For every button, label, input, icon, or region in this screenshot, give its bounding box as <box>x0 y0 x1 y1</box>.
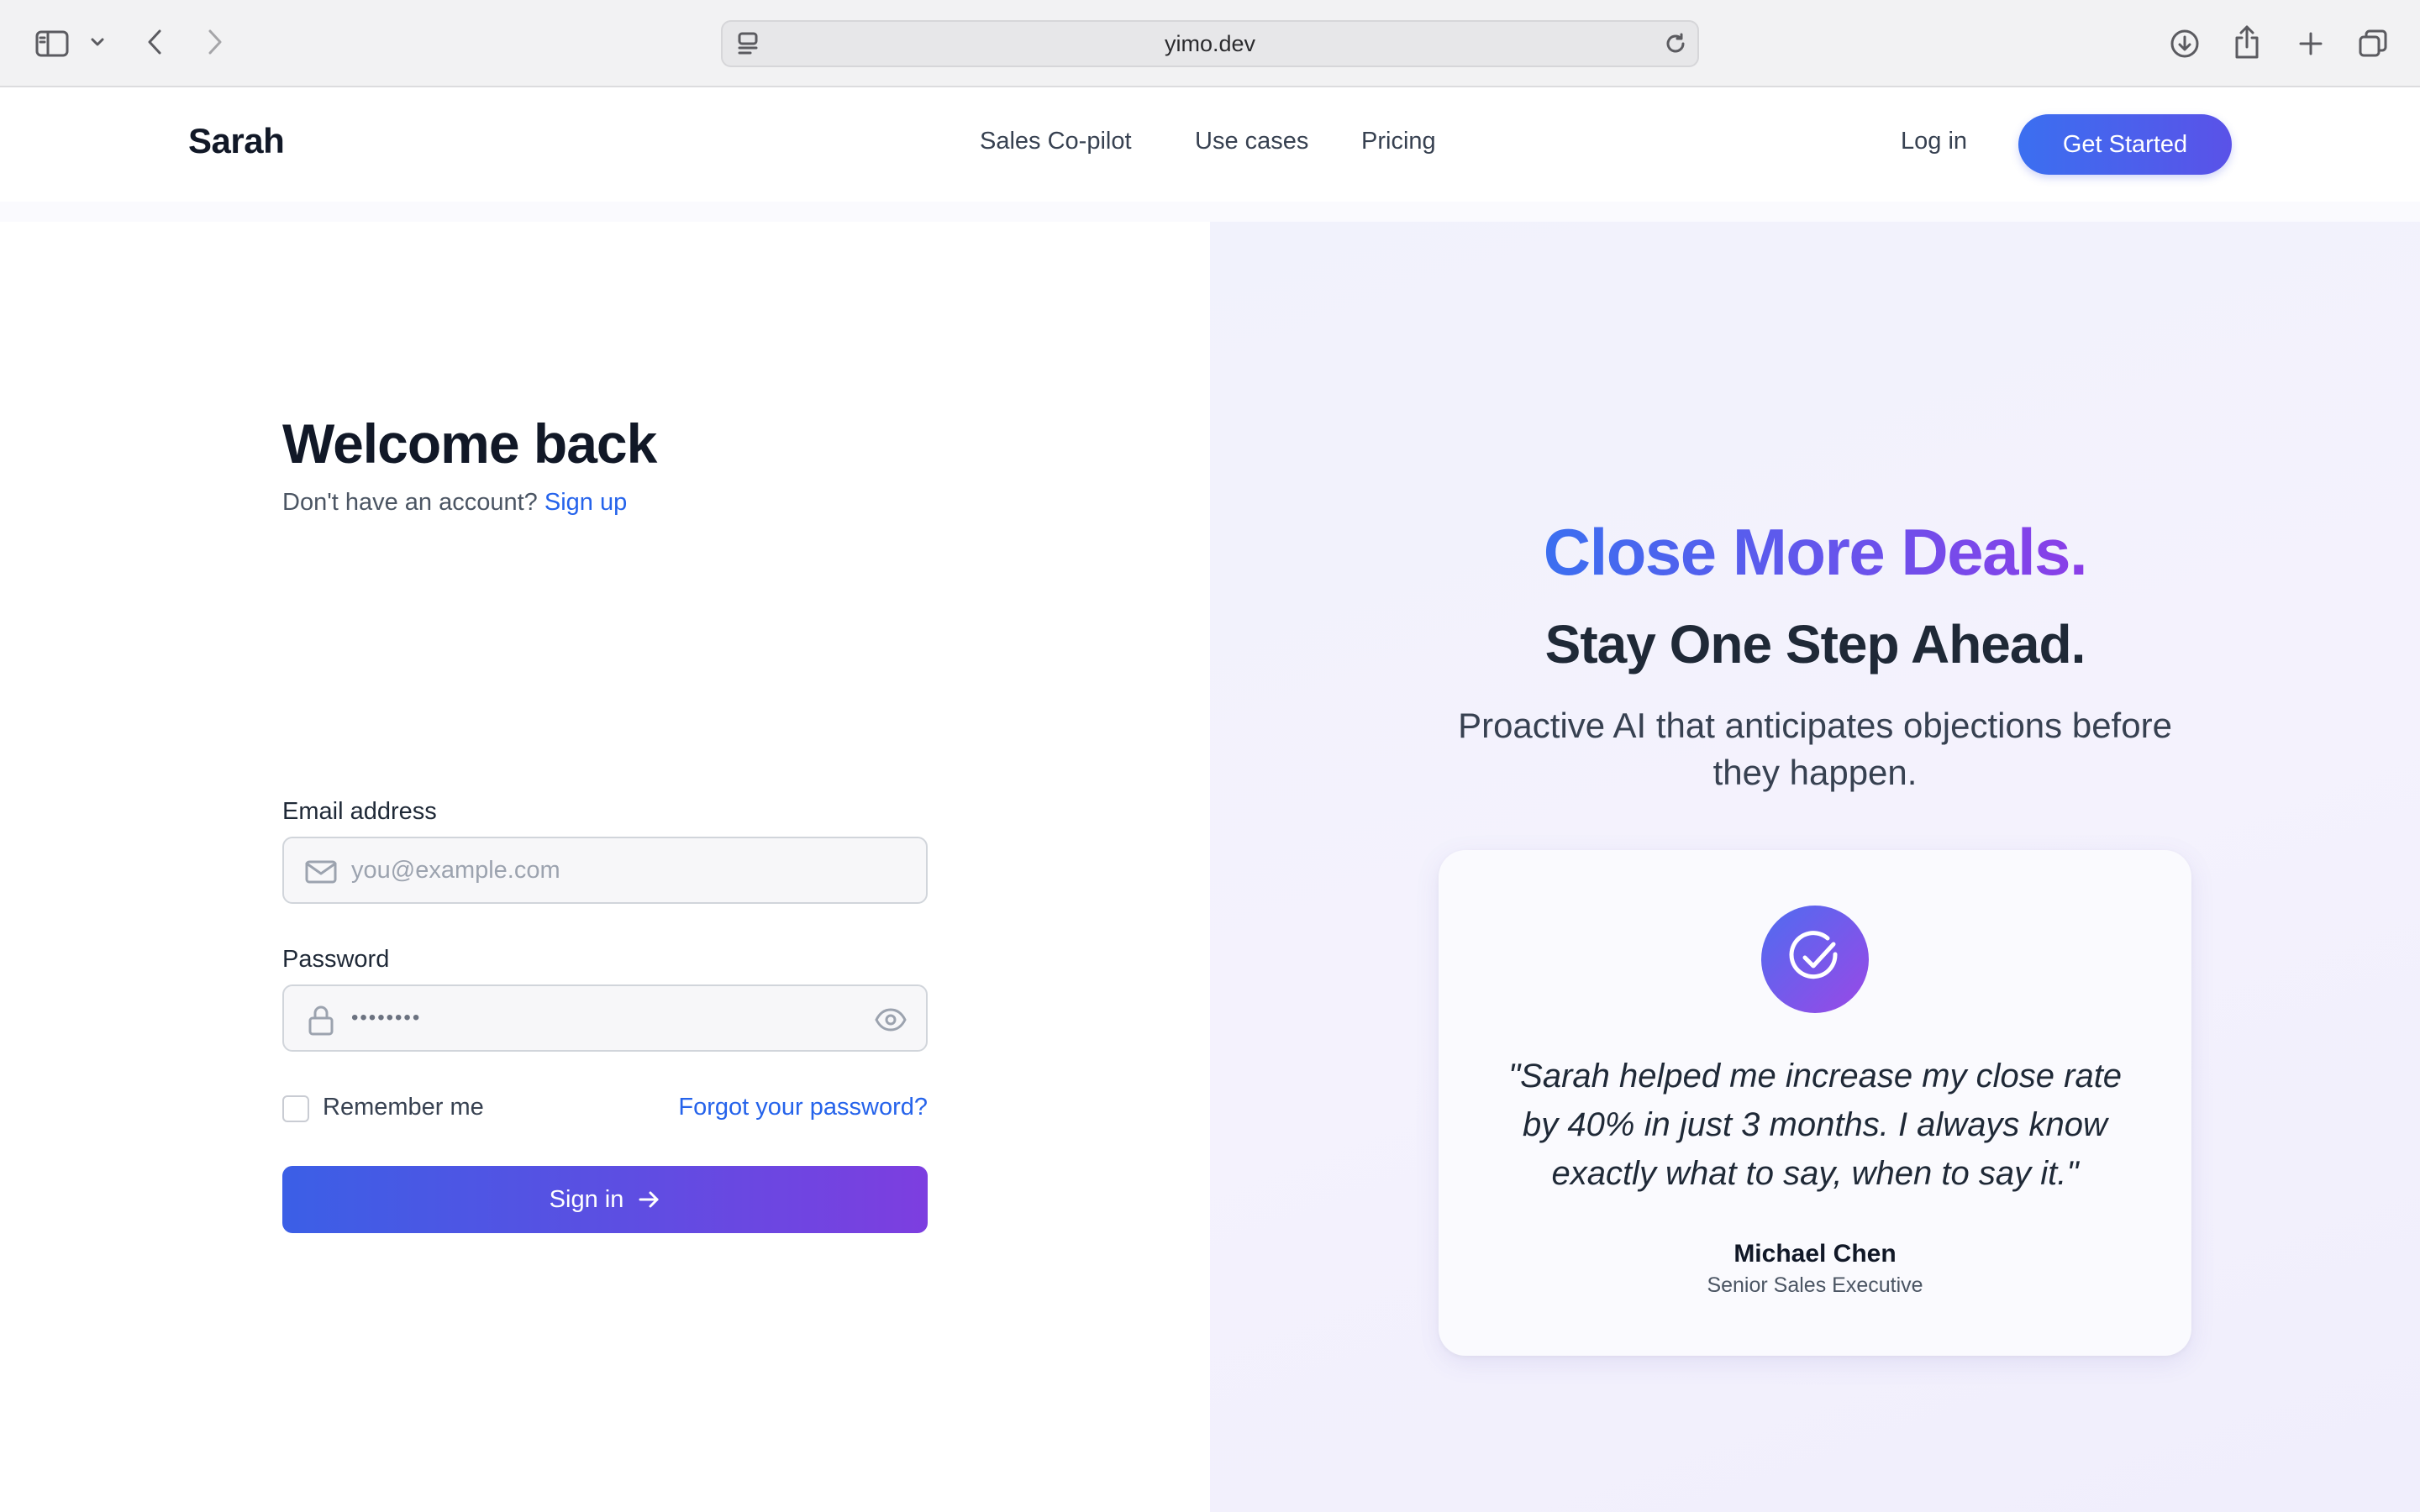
password-field[interactable]: •••••••• <box>282 984 928 1052</box>
login-title: Welcome back <box>282 412 657 475</box>
testimonial-role: Senior Sales Executive <box>1707 1273 1923 1297</box>
testimonial-author: Michael Chen <box>1733 1240 1897 1268</box>
nav-sales-copilot[interactable]: Sales Co-pilot <box>980 128 1132 155</box>
back-icon[interactable] <box>139 25 170 59</box>
browser-toolbar: yimo.dev <box>0 0 2420 87</box>
testimonial-card: "Sarah helped me increase my close rate … <box>1439 850 2191 1356</box>
email-placeholder: you@example.com <box>351 857 560 884</box>
check-circle-icon <box>1761 906 1869 1013</box>
lock-icon <box>304 1003 338 1037</box>
sidebar-icon[interactable] <box>34 25 71 62</box>
reload-icon[interactable] <box>1662 30 1689 57</box>
sign-in-label: Sign in <box>549 1185 624 1213</box>
brand-logo[interactable]: Sarah <box>188 121 285 161</box>
share-icon[interactable] <box>2228 22 2265 62</box>
chevron-down-icon[interactable] <box>87 32 108 52</box>
remember-me-checkbox[interactable] <box>282 1095 309 1122</box>
hero-description: Proactive AI that anticipates objections… <box>1458 706 2172 792</box>
login-link[interactable]: Log in <box>1901 128 1967 155</box>
forward-icon[interactable] <box>200 25 230 59</box>
mail-icon <box>304 855 338 889</box>
email-label: Email address <box>282 798 437 825</box>
site-header: Sarah Sales Co-pilot Use cases Pricing L… <box>0 87 2420 202</box>
sign-in-button[interactable]: Sign in <box>282 1166 928 1233</box>
testimonial-quote: "Sarah helped me increase my close rate … <box>1507 1058 2123 1192</box>
get-started-button[interactable]: Get Started <box>2018 114 2232 175</box>
signup-link[interactable]: Sign up <box>544 489 627 516</box>
nav-pricing[interactable]: Pricing <box>1361 128 1436 155</box>
email-field[interactable]: you@example.com <box>282 837 928 904</box>
header-divider <box>0 202 2420 222</box>
hero-headline: Close More Deals. <box>1543 515 2088 589</box>
remember-me-label[interactable]: Remember me <box>323 1094 484 1121</box>
show-password-icon[interactable] <box>874 1003 908 1037</box>
arrow-right-icon <box>637 1188 660 1211</box>
forgot-password-link[interactable]: Forgot your password? <box>678 1094 928 1121</box>
tabs-icon[interactable] <box>2354 25 2391 62</box>
url-text: yimo.dev <box>1164 31 1256 56</box>
no-account-text: Don't have an account? <box>282 489 538 516</box>
new-tab-icon[interactable] <box>2292 25 2329 62</box>
download-icon[interactable] <box>2166 25 2203 62</box>
signup-prompt: Don't have an account? Sign up <box>282 489 627 517</box>
password-label: Password <box>282 946 390 973</box>
nav-use-cases[interactable]: Use cases <box>1195 128 1308 155</box>
password-value: •••••••• <box>351 1006 422 1029</box>
address-bar[interactable]: yimo.dev <box>721 20 1699 67</box>
hero-subheadline: Stay One Step Ahead. <box>1544 614 2086 675</box>
